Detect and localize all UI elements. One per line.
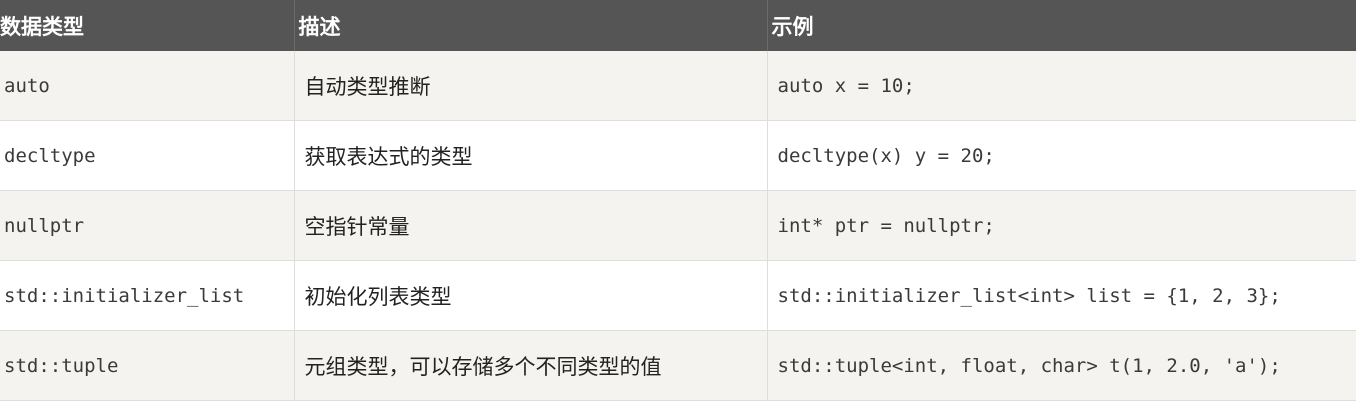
header-cell-type: 数据类型 — [0, 0, 294, 51]
type-cell: auto — [0, 51, 294, 121]
type-cell: nullptr — [0, 190, 294, 261]
header-label-example: 示例 — [771, 14, 814, 39]
table-row: std::tuple 元组类型，可以存储多个不同类型的值 std::tuple<… — [0, 330, 1356, 401]
example-cell: int* ptr = nullptr; — [766, 190, 1356, 261]
description-cell: 获取表达式的类型 — [293, 120, 767, 191]
header-row: 数据类型 描述 示例 — [0, 0, 1356, 51]
table-row: nullptr 空指针常量 int* ptr = nullptr; — [0, 190, 1356, 261]
data-types-table: 数据类型 描述 示例 auto 自动类型推断 auto x = 10; decl… — [0, 0, 1356, 401]
example-cell: auto x = 10; — [766, 51, 1356, 121]
table-row: std::initializer_list 初始化列表类型 std::initi… — [0, 260, 1356, 331]
type-cell: std::initializer_list — [0, 260, 294, 331]
description-cell: 元组类型，可以存储多个不同类型的值 — [293, 330, 767, 401]
table-row: auto 自动类型推断 auto x = 10; — [0, 51, 1356, 121]
type-cell: decltype — [0, 120, 294, 191]
description-cell: 自动类型推断 — [293, 51, 767, 121]
example-cell: decltype(x) y = 20; — [766, 120, 1356, 191]
table-header: 数据类型 描述 示例 — [0, 0, 1356, 51]
header-label-description: 描述 — [298, 14, 341, 39]
table-body: auto 自动类型推断 auto x = 10; decltype 获取表达式的… — [0, 51, 1356, 401]
header-cell-description: 描述 — [293, 0, 767, 51]
type-cell: std::tuple — [0, 330, 294, 401]
example-cell: std::initializer_list<int> list = {1, 2,… — [766, 260, 1356, 331]
header-label-type: 数据类型 — [0, 14, 84, 39]
description-cell: 初始化列表类型 — [293, 260, 767, 331]
description-cell: 空指针常量 — [293, 190, 767, 261]
example-cell: std::tuple<int, float, char> t(1, 2.0, '… — [766, 330, 1356, 401]
header-cell-example: 示例 — [766, 0, 1356, 51]
table-row: decltype 获取表达式的类型 decltype(x) y = 20; — [0, 120, 1356, 191]
